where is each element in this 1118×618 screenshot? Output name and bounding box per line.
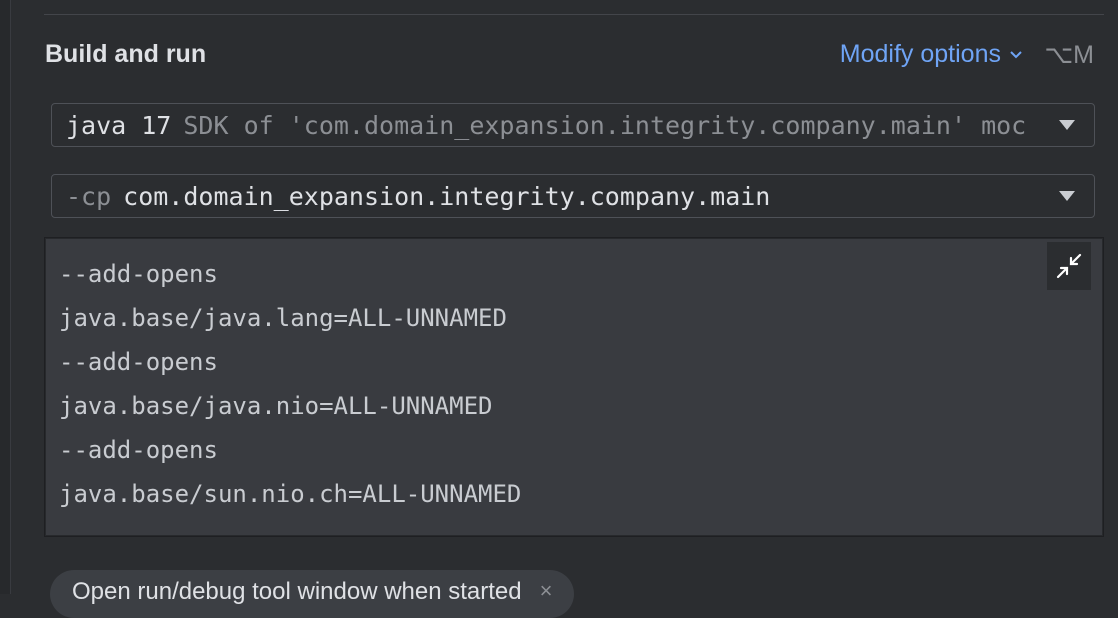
classpath-combo-arrow[interactable] bbox=[1050, 175, 1084, 217]
modify-options-link[interactable]: Modify options bbox=[840, 40, 1025, 69]
open-tool-window-chip[interactable]: Open run/debug tool window when started … bbox=[50, 570, 575, 618]
classpath-prefix: -cp bbox=[66, 181, 112, 211]
vm-options-editor[interactable]: --add-opens java.base/java.lang=ALL-UNNA… bbox=[44, 237, 1104, 537]
jdk-version: java 17 bbox=[66, 110, 172, 140]
vm-option-line: --add-opens bbox=[59, 260, 218, 288]
chevron-down-icon bbox=[1010, 50, 1022, 58]
jdk-combo[interactable]: java 17 SDK of 'com.domain_expansion.int… bbox=[51, 103, 1095, 147]
close-icon[interactable]: × bbox=[540, 578, 553, 604]
collapse-editor-button[interactable] bbox=[1047, 242, 1091, 290]
vm-option-line: --add-opens bbox=[59, 436, 218, 464]
vm-option-line: --add-opens bbox=[59, 348, 218, 376]
classpath-combo[interactable]: -cp com.domain_expansion.integrity.compa… bbox=[51, 174, 1095, 218]
classpath-value: com.domain_expansion.integrity.company.m… bbox=[123, 181, 771, 211]
section-title: Build and run bbox=[45, 40, 207, 68]
jdk-combo-arrow[interactable] bbox=[1050, 104, 1084, 146]
vm-options-lines: --add-opens java.base/java.lang=ALL-UNNA… bbox=[59, 252, 521, 516]
vm-option-line: java.base/java.lang=ALL-UNNAMED bbox=[59, 304, 507, 332]
left-rail bbox=[0, 0, 11, 594]
jdk-description: SDK of 'com.domain_expansion.integrity.c… bbox=[183, 110, 1027, 140]
triangle-down-icon bbox=[1059, 191, 1075, 201]
triangle-down-icon bbox=[1059, 120, 1075, 130]
collapse-arrows-icon bbox=[1056, 253, 1082, 279]
modify-options-label: Modify options bbox=[839, 40, 1001, 68]
modify-options-shortcut: ⌥M bbox=[1044, 41, 1094, 69]
chip-label: Open run/debug tool window when started bbox=[72, 578, 522, 605]
section-divider bbox=[44, 14, 1104, 15]
vm-option-line: java.base/sun.nio.ch=ALL-UNNAMED bbox=[59, 480, 522, 508]
vm-option-line: java.base/java.nio=ALL-UNNAMED bbox=[59, 392, 493, 420]
